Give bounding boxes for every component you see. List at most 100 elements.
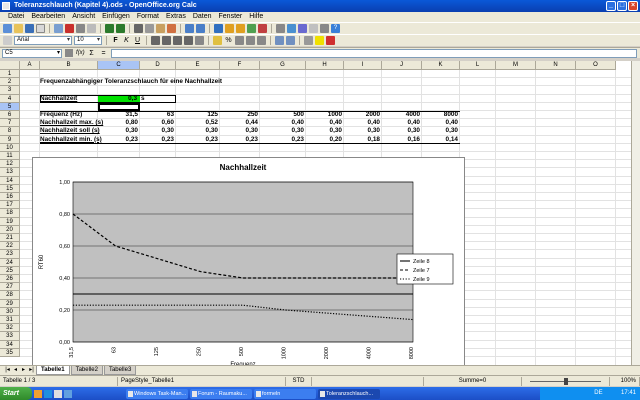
minimize-button[interactable]: _ [606, 1, 616, 11]
sheet-tab-tabelle1[interactable]: Tabelle1 [36, 366, 70, 375]
start-button[interactable]: Start [0, 387, 32, 400]
row-header-22[interactable]: 22 [0, 242, 20, 251]
font-name-select[interactable]: Arial [14, 36, 72, 45]
language-indicator[interactable]: DE [594, 390, 602, 396]
align-center-icon[interactable] [162, 36, 171, 45]
row-header-7[interactable]: 7 [0, 119, 20, 128]
merge-cells-icon[interactable] [195, 36, 204, 45]
spellcheck-icon[interactable] [105, 24, 114, 33]
selected-cell-c5[interactable] [98, 102, 140, 111]
row-header-23[interactable]: 23 [0, 250, 20, 259]
borders-icon[interactable] [304, 36, 313, 45]
underline-button[interactable]: U [133, 36, 142, 45]
row-header-9[interactable]: 9 [0, 135, 20, 144]
row-header-26[interactable]: 26 [0, 275, 20, 284]
row-header-33[interactable]: 33 [0, 332, 20, 341]
row-header-28[interactable]: 28 [0, 291, 20, 300]
name-box[interactable]: C5 [2, 48, 62, 58]
standard-format-icon[interactable] [235, 36, 244, 45]
row-header-15[interactable]: 15 [0, 184, 20, 193]
formula-input[interactable] [111, 48, 637, 58]
datasources-icon[interactable] [309, 24, 318, 33]
column-header-k[interactable]: K [422, 61, 460, 70]
row-header-29[interactable]: 29 [0, 299, 20, 308]
zoom-slider[interactable] [522, 376, 610, 386]
menu-fenster[interactable]: Fenster [219, 12, 243, 22]
row-header-10[interactable]: 10 [0, 143, 20, 152]
row-header-17[interactable]: 17 [0, 201, 20, 210]
increase-indent-icon[interactable] [286, 36, 295, 45]
align-left-icon[interactable] [151, 36, 160, 45]
status-mode[interactable]: STD [286, 376, 312, 386]
copy-icon[interactable] [145, 24, 154, 33]
bold-button[interactable]: F [111, 36, 120, 45]
task-formeln[interactable]: formeln [254, 388, 316, 399]
row-header-34[interactable]: 34 [0, 340, 20, 349]
column-header-m[interactable]: M [496, 61, 536, 70]
column-header-l[interactable]: L [460, 61, 496, 70]
hyperlink-icon[interactable] [214, 24, 223, 33]
justify-icon[interactable] [184, 36, 193, 45]
column-header-h[interactable]: H [306, 61, 344, 70]
sheet-tab-tabelle2[interactable]: Tabelle2 [70, 366, 103, 375]
navigator-small-icon[interactable] [65, 49, 73, 57]
column-header-b[interactable]: B [40, 61, 98, 70]
menu-datei[interactable]: Datei [8, 12, 24, 22]
column-header-e[interactable]: E [176, 61, 220, 70]
row-header-5[interactable]: 5 [0, 102, 20, 111]
new-document-icon[interactable] [3, 24, 12, 33]
cut-icon[interactable] [134, 24, 143, 33]
column-header-n[interactable]: N [536, 61, 576, 70]
equals-icon[interactable]: = [99, 49, 108, 58]
chart[interactable]: Nachhallzeit 0,00 0,20 0,40 0,60 0,80 1,00 31,5… [32, 157, 465, 368]
menu-hilfe[interactable]: Hilfe [249, 12, 263, 22]
row-header-20[interactable]: 20 [0, 225, 20, 234]
menu-extras[interactable]: Extras [166, 12, 186, 22]
sort-descending-icon[interactable] [236, 24, 245, 33]
show-draw-functions-icon[interactable] [258, 24, 267, 33]
redo-icon[interactable] [196, 24, 205, 33]
row-header-35[interactable]: 35 [0, 348, 20, 357]
column-header-c[interactable]: C [98, 61, 140, 70]
column-header-o[interactable]: O [576, 61, 616, 70]
decrease-indent-icon[interactable] [275, 36, 284, 45]
row-header-13[interactable]: 13 [0, 168, 20, 177]
format-paintbrush-icon[interactable] [167, 24, 176, 33]
undo-icon[interactable] [185, 24, 194, 33]
quicklaunch-icon[interactable] [34, 389, 42, 398]
save-icon[interactable] [25, 24, 34, 33]
row-header-12[interactable]: 12 [0, 160, 20, 169]
status-pagestyle[interactable]: PageStyle_Tabelle1 [118, 376, 286, 386]
vertical-scrollbar[interactable] [631, 61, 640, 365]
zoom-icon[interactable] [320, 24, 329, 33]
column-header-f[interactable]: F [220, 61, 260, 70]
maximize-button[interactable]: □ [617, 1, 627, 11]
column-header-g[interactable]: G [260, 61, 306, 70]
column-header-a[interactable]: A [20, 61, 40, 70]
column-header-d[interactable]: D [140, 61, 176, 70]
row-header-1[interactable]: 1 [0, 70, 20, 79]
menu-daten[interactable]: Daten [193, 12, 212, 22]
row-header-2[interactable]: 2 [0, 78, 20, 87]
currency-format-icon[interactable] [213, 36, 222, 45]
row-header-19[interactable]: 19 [0, 217, 20, 226]
menu-einfuegen[interactable]: Einfügen [102, 12, 130, 22]
row-header-3[interactable]: 3 [0, 86, 20, 95]
row-header-11[interactable]: 11 [0, 152, 20, 161]
row-header-24[interactable]: 24 [0, 258, 20, 267]
row-header-14[interactable]: 14 [0, 176, 20, 185]
align-right-icon[interactable] [173, 36, 182, 45]
status-sum[interactable]: Summe=0 [424, 376, 522, 386]
function-wizard-icon[interactable]: f(x) [76, 50, 85, 56]
menu-format[interactable]: Format [137, 12, 159, 22]
navigator-icon[interactable] [287, 24, 296, 33]
add-decimal-icon[interactable] [246, 36, 255, 45]
menu-ansicht[interactable]: Ansicht [72, 12, 95, 22]
row-header-32[interactable]: 32 [0, 324, 20, 333]
font-size-select[interactable]: 10 [74, 36, 102, 45]
close-button[interactable]: × [628, 1, 638, 11]
row-header-31[interactable]: 31 [0, 316, 20, 325]
paste-icon[interactable] [156, 24, 165, 33]
first-sheet-icon[interactable]: |◂ [4, 367, 11, 374]
sheet-heading[interactable]: Frequenzabhängiger Toleranzschlauch für … [40, 78, 340, 86]
